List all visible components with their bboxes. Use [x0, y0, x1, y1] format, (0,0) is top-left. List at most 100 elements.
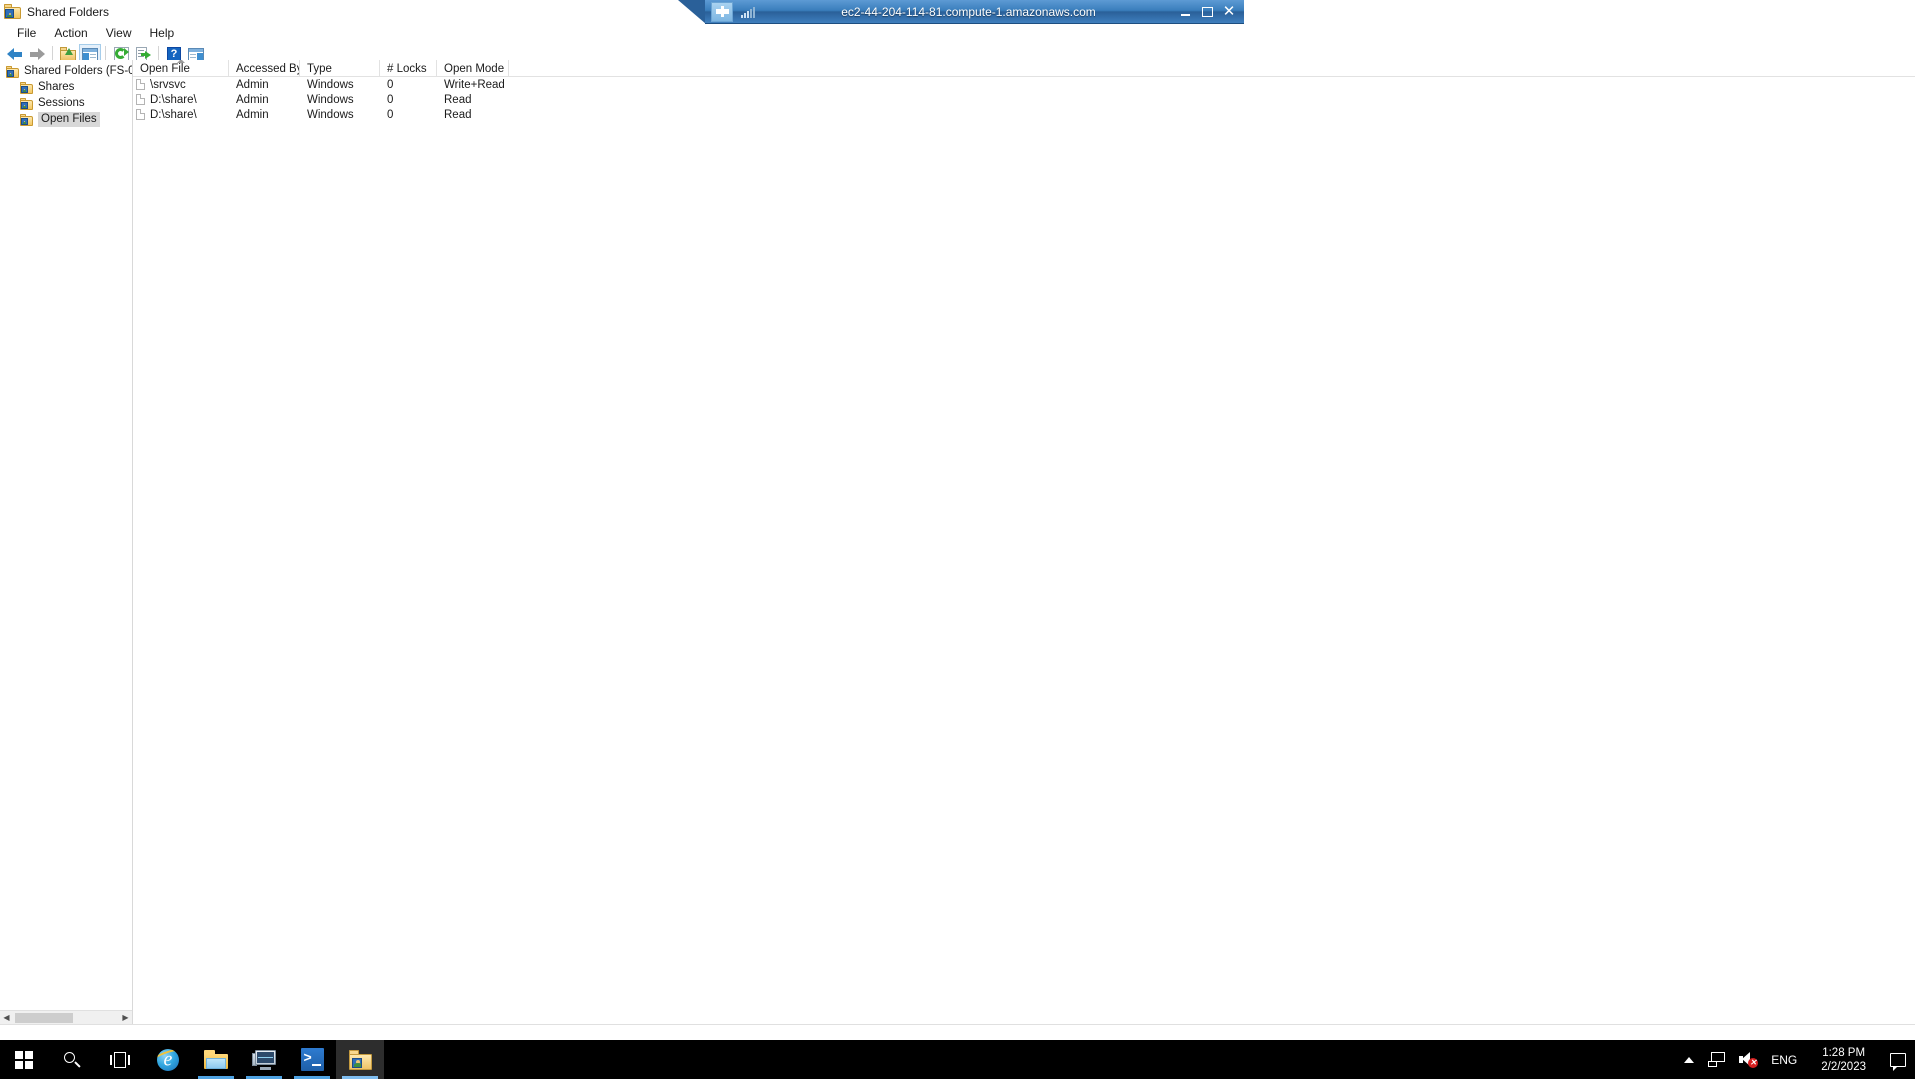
file-explorer-icon	[204, 1050, 228, 1069]
sessions-folder-icon	[20, 97, 33, 110]
open-files-list-pane: Open File Accessed By Type # Locks Open …	[133, 60, 1915, 1024]
windows-logo-icon	[15, 1050, 33, 1069]
list-header-row: Open File Accessed By Type # Locks Open …	[133, 60, 1915, 77]
cell-type: Windows	[307, 78, 354, 91]
network-icon	[1708, 1052, 1726, 1067]
console-tree-pane: Shared Folders (FS-0966C Shares Sessions	[0, 60, 133, 1024]
menu-file[interactable]: File	[8, 24, 45, 42]
column-header-type[interactable]: Type	[300, 60, 380, 77]
console-tree: Shared Folders (FS-0966C Shares Sessions	[0, 60, 132, 127]
shared-folders-icon	[348, 1049, 372, 1070]
cell-locks: 0	[387, 78, 394, 91]
server-manager-button[interactable]	[240, 1040, 288, 1079]
column-header-locks[interactable]: # Locks	[380, 60, 437, 77]
shares-folder-icon	[20, 81, 33, 94]
network-status-button[interactable]	[1701, 1040, 1732, 1079]
column-header-label: # Locks	[387, 62, 427, 75]
table-row[interactable]: D:\share\ Admin Windows 0 Read	[133, 92, 1915, 107]
cell-locks: 0	[387, 108, 394, 121]
tree-horizontal-scrollbar[interactable]: ◀ ▶	[0, 1010, 132, 1024]
refresh-icon	[113, 47, 129, 61]
cell-accessed-by: Admin	[236, 78, 269, 91]
rdp-minimize-button[interactable]	[1174, 2, 1196, 22]
console-body: Shared Folders (FS-0966C Shares Sessions	[0, 60, 1915, 1024]
action-pane-icon	[188, 47, 204, 61]
scroll-right-arrow-icon[interactable]: ▶	[119, 1011, 132, 1025]
clock-time: 1:28 PM	[1822, 1046, 1866, 1059]
tree-node-label: Open Files	[38, 112, 100, 127]
sort-ascending-icon	[176, 60, 185, 63]
task-view-button[interactable]	[96, 1040, 144, 1079]
menu-view[interactable]: View	[97, 24, 141, 42]
cell-open-mode: Write+Read	[444, 78, 505, 91]
file-icon	[136, 109, 145, 120]
scrollbar-thumb[interactable]	[15, 1012, 73, 1023]
tree-node-shares[interactable]: Shares	[0, 80, 132, 95]
pin-icon	[715, 6, 729, 17]
cell-open-file: D:\share\	[133, 107, 229, 122]
rdp-connection-bar: ec2-44-204-114-81.compute-1.amazonaws.co…	[678, 0, 1244, 24]
column-header-open-file[interactable]: Open File	[133, 60, 229, 77]
powershell-icon	[300, 1048, 324, 1071]
notification-icon	[1890, 1052, 1906, 1071]
folder-up-icon	[60, 47, 76, 61]
file-explorer-button[interactable]	[192, 1040, 240, 1079]
shared-folders-window: Shared Folders File Action View Help ? S…	[0, 0, 1915, 1040]
cell-locks: 0	[387, 93, 394, 106]
list-rows: \srvsvc Admin Windows 0 Write+Read D:\sh…	[133, 77, 1915, 122]
cell-open-mode: Read	[444, 93, 472, 106]
cell-text: D:\share\	[150, 108, 197, 121]
tree-node-open-files[interactable]: Open Files	[0, 112, 132, 127]
clock[interactable]: 1:28 PM 2/2/2023	[1804, 1040, 1883, 1079]
tree-node-label: Sessions	[38, 97, 85, 109]
language-indicator[interactable]: ENG	[1764, 1040, 1804, 1079]
rdp-host-title: ec2-44-204-114-81.compute-1.amazonaws.co…	[841, 4, 1096, 19]
cell-text: D:\share\	[150, 93, 197, 106]
search-button[interactable]	[48, 1040, 96, 1079]
table-row[interactable]: D:\share\ Admin Windows 0 Read	[133, 107, 1915, 122]
resize-grip-icon[interactable]	[1901, 1026, 1915, 1040]
menu-help[interactable]: Help	[141, 24, 184, 42]
chevron-up-icon	[1684, 1056, 1695, 1063]
rdp-window-controls: ✕	[1174, 2, 1244, 22]
rdp-restore-button[interactable]	[1196, 2, 1218, 22]
shared-folders-icon	[4, 4, 21, 19]
cell-text: \srvsvc	[150, 78, 186, 91]
internet-explorer-button[interactable]	[144, 1040, 192, 1079]
show-hidden-icons-button[interactable]	[1677, 1040, 1701, 1079]
connection-bar-body: ec2-44-204-114-81.compute-1.amazonaws.co…	[705, 0, 1244, 24]
export-list-icon	[135, 47, 151, 61]
tree-node-sessions[interactable]: Sessions	[0, 96, 132, 111]
column-header-label: Open Mode	[444, 62, 505, 75]
tree-node-label: Shared Folders (FS-0966C	[24, 65, 132, 77]
start-button[interactable]	[0, 1040, 48, 1079]
column-header-accessed-by[interactable]: Accessed By	[229, 60, 300, 77]
status-bar	[0, 1024, 1915, 1040]
volume-button[interactable]: ✕	[1732, 1040, 1764, 1079]
powershell-button[interactable]	[288, 1040, 336, 1079]
scroll-left-arrow-icon[interactable]: ◀	[0, 1011, 13, 1025]
tree-node-shared-folders[interactable]: Shared Folders (FS-0966C	[0, 64, 132, 79]
shared-folders-icon	[6, 65, 19, 78]
action-center-button[interactable]	[1883, 1040, 1913, 1079]
menu-action[interactable]: Action	[45, 24, 96, 42]
pin-button[interactable]	[711, 1, 733, 22]
help-icon: ?	[167, 47, 181, 61]
table-row[interactable]: \srvsvc Admin Windows 0 Write+Read	[133, 77, 1915, 92]
open-files-folder-icon	[20, 113, 33, 126]
cell-open-mode: Read	[444, 108, 472, 121]
search-icon	[63, 1051, 81, 1069]
cell-accessed-by: Admin	[236, 93, 269, 106]
column-header-label: Open File	[140, 62, 190, 75]
rdp-close-button[interactable]: ✕	[1218, 2, 1240, 22]
clock-date: 2/2/2023	[1821, 1060, 1866, 1073]
cell-type: Windows	[307, 108, 354, 121]
connection-bar-left-edge	[678, 0, 706, 24]
scrollbar-track[interactable]	[13, 1011, 119, 1025]
shared-folders-button[interactable]	[336, 1040, 384, 1079]
task-view-icon	[110, 1051, 130, 1068]
file-icon	[136, 79, 145, 90]
cell-open-file: \srvsvc	[133, 77, 229, 92]
column-header-open-mode[interactable]: Open Mode	[437, 60, 509, 77]
arrow-left-icon	[7, 47, 23, 61]
